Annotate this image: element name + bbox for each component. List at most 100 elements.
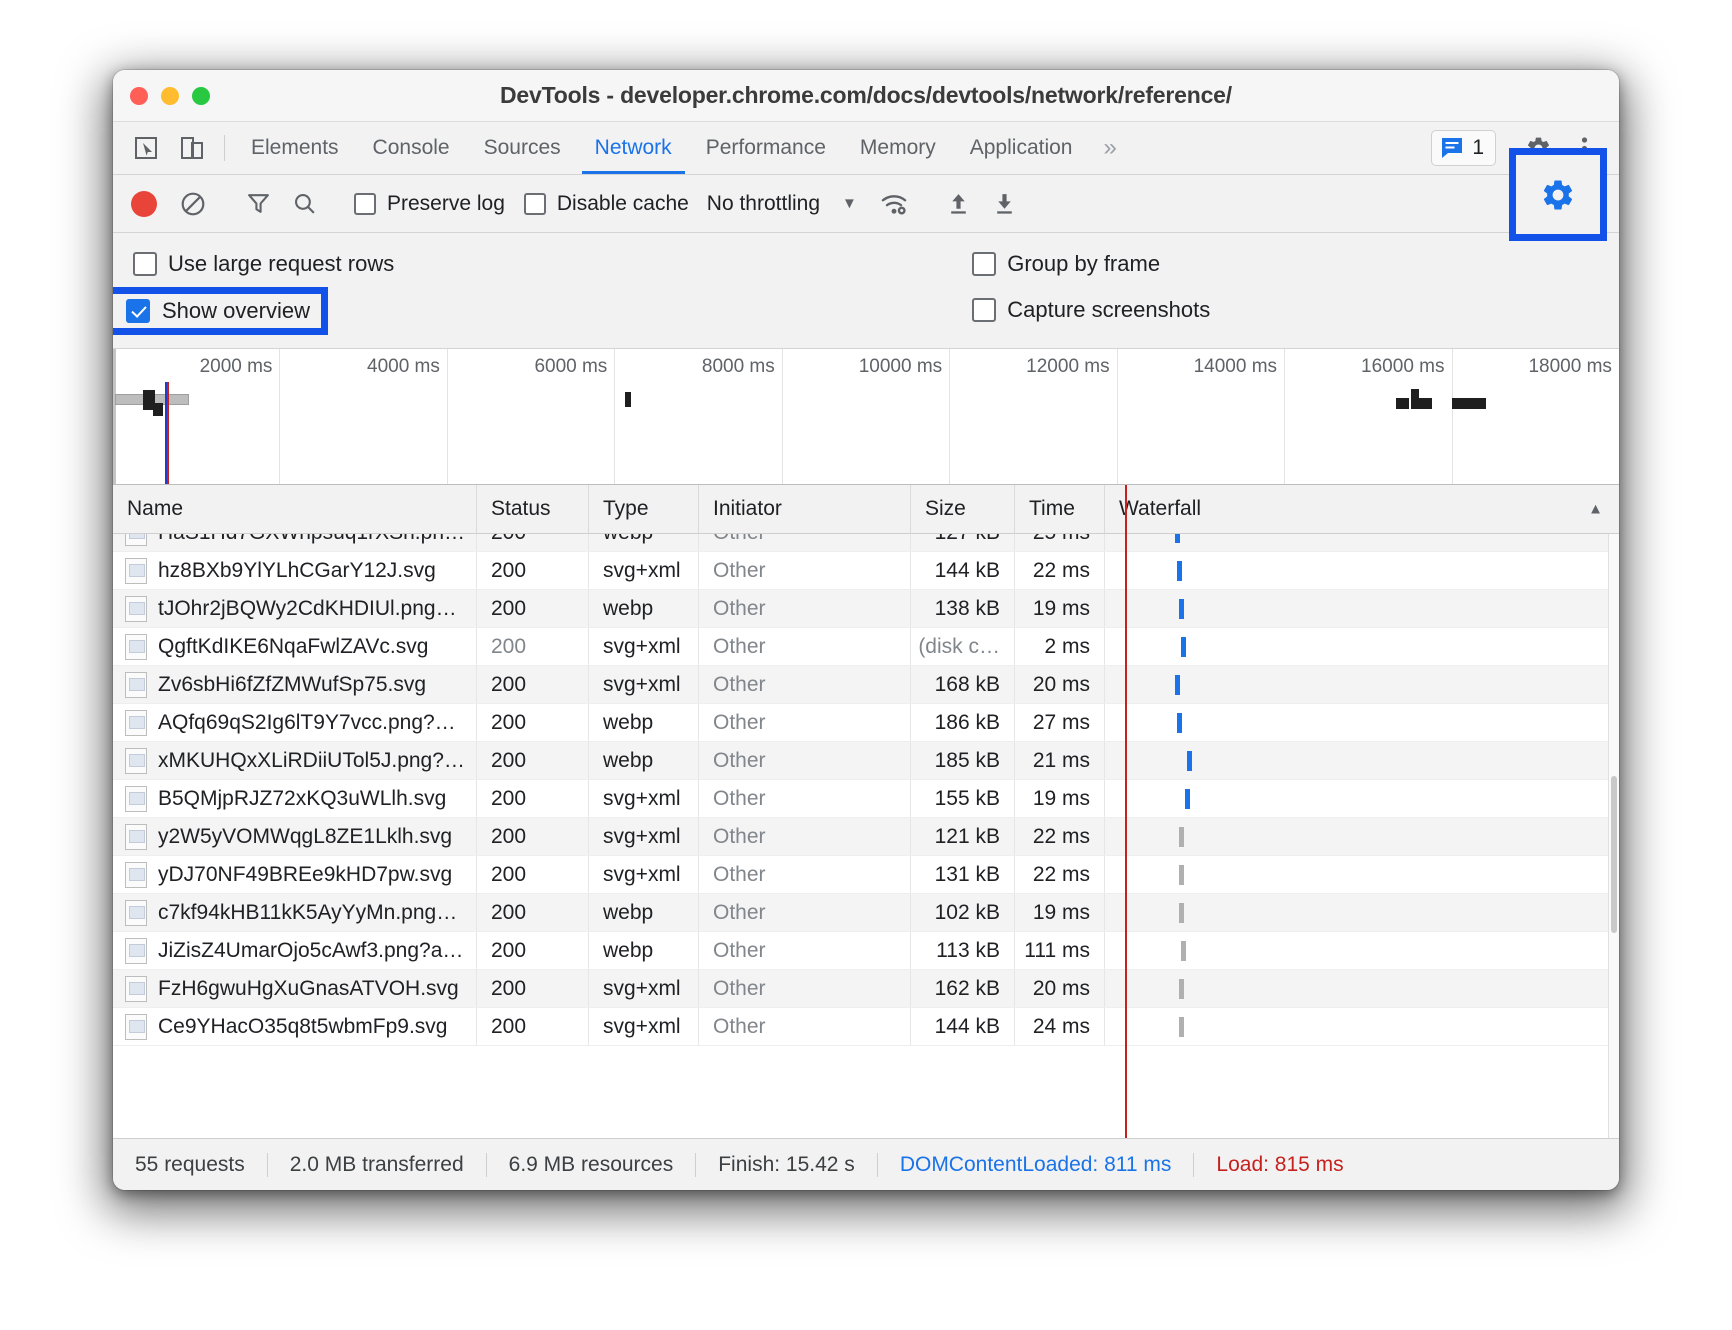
search-icon[interactable] bbox=[281, 191, 327, 216]
table-row[interactable]: B5QMjpRJZ72xKQ3uWLlh.svg 200 svg+xml Other 1… bbox=[113, 780, 1619, 818]
chevron-down-icon[interactable]: ▼ bbox=[842, 195, 857, 212]
request-name: xMKUHQxXLiRDiiUTol5J.png?… bbox=[158, 748, 465, 772]
tab-performance[interactable]: Performance bbox=[689, 122, 843, 174]
device-toolbar-icon[interactable] bbox=[169, 122, 215, 174]
column-header-initiator[interactable]: Initiator bbox=[699, 485, 911, 533]
column-header-type[interactable]: Type bbox=[589, 485, 699, 533]
import-har-icon[interactable] bbox=[936, 191, 982, 216]
filter-icon[interactable] bbox=[235, 191, 281, 216]
tab-sources[interactable]: Sources bbox=[467, 122, 578, 174]
overview-tick-cell: 12000 ms bbox=[950, 349, 1118, 484]
tab-application[interactable]: Application bbox=[953, 122, 1090, 174]
table-row[interactable]: tJOhr2jBQWy2CdKHDIUl.png… 200 webp Other 138… bbox=[113, 590, 1619, 628]
table-row[interactable]: y2W5yVOMWqgL8ZE1Lklh.svg 200 svg+xml Other 1… bbox=[113, 818, 1619, 856]
inspect-icon[interactable] bbox=[123, 122, 169, 174]
disable-cache-checkbox[interactable]: Disable cache bbox=[523, 192, 689, 216]
capture-screenshots-checkbox[interactable]: Capture screenshots bbox=[972, 297, 1210, 323]
cell-waterfall bbox=[1105, 628, 1619, 665]
cell-waterfall bbox=[1105, 932, 1619, 969]
cell-name: hz8BXb9YlYLhCGarY12J.svg bbox=[113, 552, 477, 589]
cell-name: Zv6sbHi6fZfZMWufSp75.svg bbox=[113, 666, 477, 703]
overview-tick-label: 2000 ms bbox=[199, 356, 273, 377]
network-overview-timeline[interactable]: 2000 ms 4000 ms 6000 ms 8000 ms 10000 ms… bbox=[113, 349, 1619, 485]
table-row[interactable]: hz8BXb9YlYLhCGarY12J.svg 200 svg+xml Other 1… bbox=[113, 552, 1619, 590]
tab-network[interactable]: Network bbox=[578, 122, 689, 174]
use-large-request-rows-label: Use large request rows bbox=[168, 251, 395, 276]
file-icon bbox=[125, 937, 147, 964]
overview-activity-block bbox=[1452, 398, 1486, 409]
cell-time: 27 ms bbox=[1015, 704, 1105, 741]
table-row[interactable]: Ce9YHacO35q8t5wbmFp9.svg 200 svg+xml Other 1… bbox=[113, 1008, 1619, 1046]
record-icon[interactable] bbox=[131, 190, 157, 217]
use-large-request-rows-checkbox[interactable]: Use large request rows bbox=[133, 251, 394, 277]
cell-name: FzH6gwuHgXuGnasATVOH.svg bbox=[113, 970, 477, 1007]
use-large-request-rows-box[interactable] bbox=[133, 252, 157, 276]
cell-type: svg+xml bbox=[589, 552, 699, 589]
throttling-select[interactable]: No throttling bbox=[707, 192, 820, 216]
export-har-icon[interactable] bbox=[982, 191, 1028, 216]
table-row[interactable]: QgftKdIKE6NqaFwlZAVc.svg 200 svg+xml Other(… bbox=[113, 628, 1619, 666]
settings-gear-highlight-box bbox=[1509, 148, 1607, 241]
group-by-frame-checkbox[interactable]: Group by frame bbox=[972, 251, 1210, 277]
cell-initiator: Other bbox=[699, 704, 911, 741]
disable-cache-box[interactable] bbox=[523, 192, 546, 215]
table-scrollbar-thumb[interactable] bbox=[1611, 775, 1617, 933]
cell-initiator: Other bbox=[699, 818, 911, 855]
messages-button[interactable]: 1 bbox=[1431, 130, 1496, 166]
column-header-status[interactable]: Status bbox=[477, 485, 589, 533]
table-scrollbar[interactable] bbox=[1608, 534, 1619, 1138]
column-header-size[interactable]: Size bbox=[911, 485, 1015, 533]
preserve-log-checkbox[interactable]: Preserve log bbox=[354, 192, 505, 216]
cell-waterfall bbox=[1105, 970, 1619, 1007]
overview-tick-cell: 16000 ms bbox=[1285, 349, 1453, 484]
table-row[interactable]: c7kf94kHB11kK5AyYyMn.png… 200 webp Other 102… bbox=[113, 894, 1619, 932]
tab-console[interactable]: Console bbox=[356, 122, 467, 174]
overview-tick-label: 8000 ms bbox=[701, 356, 775, 377]
column-header-waterfall[interactable]: Waterfall ▲ bbox=[1105, 485, 1619, 533]
overview-activity-block bbox=[1396, 398, 1409, 409]
group-by-frame-box[interactable] bbox=[972, 252, 997, 276]
table-row[interactable]: Zv6sbHi6fZfZMWufSp75.svg 200 svg+xml Other 1… bbox=[113, 666, 1619, 704]
cell-status: 200 bbox=[477, 894, 589, 931]
request-name: hz8BXb9YlYLhCGarY12J.svg bbox=[158, 558, 436, 582]
tab-elements[interactable]: Elements bbox=[234, 122, 356, 174]
capture-screenshots-box[interactable] bbox=[972, 298, 997, 322]
column-header-time[interactable]: Time bbox=[1015, 485, 1105, 533]
table-row[interactable]: FzH6gwuHgXuGnasATVOH.svg 200 svg+xml Other 1… bbox=[113, 970, 1619, 1008]
cell-size: 168 kB bbox=[911, 666, 1015, 703]
request-name: yDJ70NF49BREe9kHD7pw.svg bbox=[158, 862, 453, 886]
waterfall-bar bbox=[1175, 675, 1180, 695]
tab-memory[interactable]: Memory bbox=[843, 122, 953, 174]
cell-size: 131 kB bbox=[911, 856, 1015, 893]
preserve-log-label: Preserve log bbox=[387, 191, 505, 215]
cell-status: 200 bbox=[477, 932, 589, 969]
cell-name: tJOhr2jBQWy2CdKHDIUl.png… bbox=[113, 590, 477, 627]
cell-time: 19 ms bbox=[1015, 590, 1105, 627]
cell-size: 138 kB bbox=[911, 590, 1015, 627]
table-row[interactable]: yDJ70NF49BREe9kHD7pw.svg 200 svg+xml Other 1… bbox=[113, 856, 1619, 894]
more-tabs-icon[interactable]: » bbox=[1089, 122, 1130, 174]
cell-initiator: Other bbox=[699, 666, 911, 703]
table-row[interactable]: JiZisZ4UmarOjo5cAwf3.png?a… 200 webp Other 1… bbox=[113, 932, 1619, 970]
group-by-frame-label: Group by frame bbox=[1007, 251, 1161, 276]
cell-initiator: Other bbox=[699, 1008, 911, 1045]
cell-name: y2W5yVOMWqgL8ZE1Lklh.svg bbox=[113, 818, 477, 855]
network-settings-gear-icon[interactable] bbox=[1540, 177, 1576, 213]
message-count: 1 bbox=[1472, 136, 1484, 159]
overview-left-handle[interactable] bbox=[113, 349, 116, 484]
table-row[interactable]: AQfq69qS2Ig6lT9Y7vcc.png?… 200 webp Other 18… bbox=[113, 704, 1619, 742]
cell-type: svg+xml bbox=[589, 780, 699, 817]
tab-label: Console bbox=[372, 136, 450, 159]
column-header-name[interactable]: Name bbox=[113, 485, 477, 533]
cell-waterfall bbox=[1105, 818, 1619, 855]
show-overview-box[interactable] bbox=[126, 299, 150, 323]
show-overview-checkbox[interactable]: Show overview bbox=[126, 298, 310, 324]
clear-icon[interactable] bbox=[170, 191, 216, 217]
overview-activity-block bbox=[1411, 389, 1419, 409]
cell-waterfall bbox=[1105, 742, 1619, 779]
cell-waterfall bbox=[1105, 1008, 1619, 1045]
network-conditions-icon[interactable] bbox=[871, 190, 917, 218]
table-row[interactable]: xMKUHQxXLiRDiiUTol5J.png?… 200 webp Other 18… bbox=[113, 742, 1619, 780]
preserve-log-box[interactable] bbox=[354, 192, 376, 215]
title-bar: DevTools - developer.chrome.com/docs/dev… bbox=[113, 70, 1619, 122]
